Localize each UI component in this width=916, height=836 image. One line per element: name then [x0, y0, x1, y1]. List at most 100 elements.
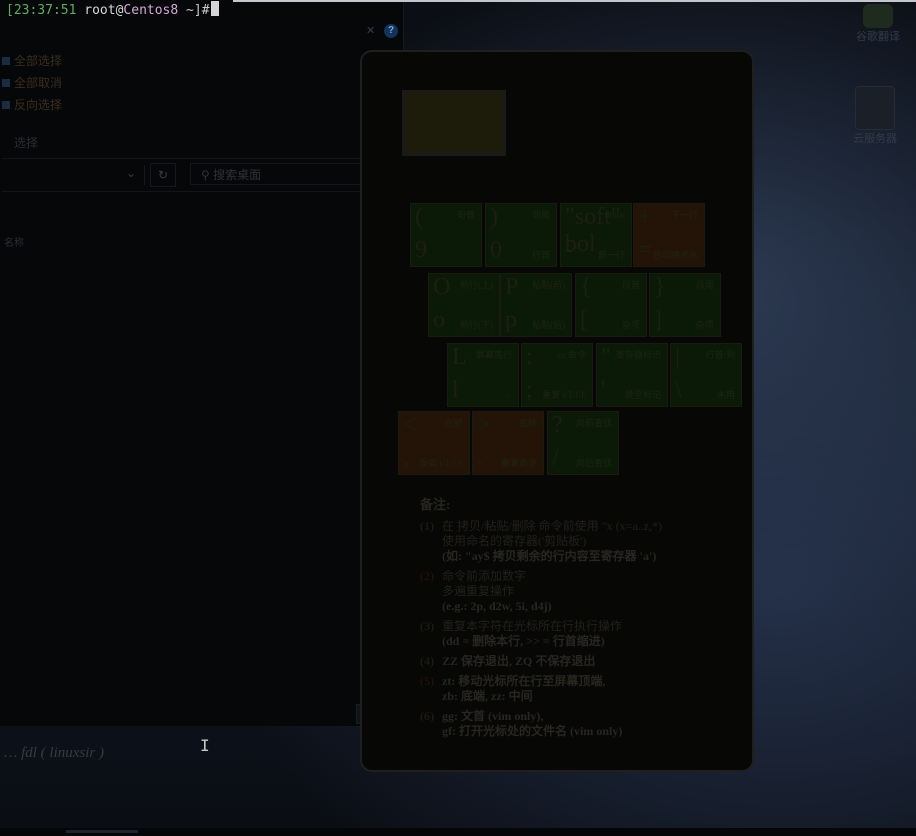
key-o: O 新行(上) o 新行(下) [428, 273, 500, 337]
prompt-time: [23:37:51 [6, 3, 77, 18]
note-line: (如: "ay$ 拷贝剩余的行内容至寄存器 'a') [442, 549, 657, 563]
key-rparen: ) 句尾 0 行首 [485, 203, 557, 267]
mouse-ibeam-cursor-icon: I [200, 736, 210, 755]
key-label: { [580, 274, 592, 300]
checkbox-icon [2, 57, 10, 65]
key-label: 杂项 [621, 320, 640, 330]
key-label: [ [580, 307, 588, 333]
refresh-button[interactable]: ↻ [150, 163, 176, 187]
chevron-down-icon: ⌄ [125, 166, 136, 180]
key-label: = [638, 237, 652, 263]
note-number: (6) [420, 709, 434, 723]
option-select-all[interactable]: 全部选择 [2, 52, 62, 69]
key-label: ] [654, 307, 662, 333]
note-item: (2) 命令前添加数字 多遍重复操作 (e.g.: 2p, d2w, 5i, d4j) [420, 569, 750, 614]
key-label: " [601, 344, 611, 370]
key-label: > [477, 412, 491, 438]
note-line: zb: 底端, zz: 中间 [442, 689, 533, 703]
key-label: 0 [490, 237, 502, 263]
prompt-user: root [84, 3, 116, 18]
key-label: 粘贴(后) [532, 320, 565, 330]
prompt-path: ~]# [178, 3, 210, 18]
note-line: (dd = 删除本行, >> = 行首缩进) [442, 634, 605, 648]
option-invert-selection[interactable]: 反向选择 [2, 96, 62, 113]
note-line: 在 拷贝/粘贴/删除 命令前使用 "x (x=a..z,*) [442, 519, 662, 533]
key-soft: "soft" bol down - 前一行 [560, 203, 632, 267]
notes-title: 备注: [420, 497, 451, 512]
key-gt: > 右移. 重复命令 [472, 411, 544, 475]
key-question: ? 向前查找 / 向后查找 [547, 411, 619, 475]
note-item: (4) ZZ 保存退出, ZQ 不保存退出 [420, 654, 750, 669]
key-label: → [503, 390, 512, 400]
taskbar-item[interactable] [66, 830, 138, 833]
key-label: ) [490, 204, 498, 230]
key-lbrace: {段首 [杂项 [575, 273, 647, 337]
cheatsheet-notes: 备注: (1) 在 拷贝/粘贴/删除 命令前使用 "x (x=a..z,*) 使用命… [420, 494, 750, 744]
key-label: 向后查找 [575, 458, 612, 468]
key-pipe: | 行首/列 \ 未用 [670, 343, 742, 407]
note-item: (1) 在 拷贝/粘贴/删除 命令前使用 "x (x=a..z,*) 使用命名的寄存… [420, 519, 750, 564]
option-select-none[interactable]: 全部取消 [2, 74, 62, 91]
checkbox-icon [2, 79, 10, 87]
key-lparen: (句首 9 [410, 203, 482, 267]
key-label: 左移 [444, 418, 463, 428]
key-label: 自动格式化 [652, 250, 698, 260]
note-number: (3) [420, 619, 434, 633]
key-label: 杂项 [695, 320, 714, 330]
location-select[interactable]: ⌄ [4, 165, 145, 185]
key-label: 重复 t/T/f/F [542, 390, 586, 400]
text-cursor [210, 1, 219, 16]
key-label: 行首 [531, 250, 550, 260]
key-label: | [675, 344, 680, 370]
key-label: O [433, 274, 451, 300]
note-line: gf: 打开光标处的文件名 (vim only) [442, 724, 623, 738]
key-label: 屏幕底行 [475, 350, 512, 360]
note-number: (4) [420, 654, 434, 668]
prompt-host: Centos8 [123, 3, 179, 18]
legend-box [402, 90, 506, 156]
key-label: < [403, 412, 417, 438]
key-label: , [403, 445, 409, 471]
section-label: 选择 [14, 136, 39, 150]
key-label: : [526, 344, 533, 370]
key-label: o [433, 307, 445, 333]
close-icon[interactable]: ✕ [366, 24, 375, 37]
key-label: / [552, 445, 559, 471]
terminal-window[interactable]: [23:37:51 root@Centos8 ~]# [0, 0, 916, 22]
notes-list: (1) 在 拷贝/粘贴/删除 命令前使用 "x (x=a..z,*) 使用命名的寄存… [420, 519, 750, 739]
key-label: 新行(下) [460, 320, 493, 330]
key-lt: < 左移, 反向 t/T/f/F [398, 411, 470, 475]
key-label: 句首 [456, 210, 475, 220]
key-label: ; [526, 377, 533, 403]
column-header-name: 名称 [4, 238, 24, 249]
key-label: 右移 [518, 418, 537, 428]
key-label: . [477, 445, 483, 471]
document-icon [855, 86, 895, 130]
key-label: 前一行 [597, 250, 625, 260]
desktop-icon-document[interactable]: 云服务器 [838, 86, 912, 146]
shell-prompt: [23:37:51 root@Centos8 ~]# [6, 0, 219, 22]
note-line: 多遍重复操作 [442, 584, 515, 598]
note-item: (3) 重复本字符在光标所在行执行操作 (dd = 删除本行, >> = 行首缩进) [420, 619, 750, 649]
note-line: 命令前添加数字 [442, 569, 527, 583]
key-colon: : ex 命令; 重复 t/T/f/F [521, 343, 593, 407]
key-L: L 屏幕底行 l → [447, 343, 519, 407]
checkbox-icon [2, 101, 10, 109]
note-item: (6) gg: 文首 (vim only), gf: 打开光标处的文件名 (vim … [420, 709, 750, 739]
key-label: L [452, 344, 467, 370]
cheatsheet-signature: … fdl ( linuxsir ) [4, 745, 105, 761]
note-number: (2) [420, 569, 434, 583]
taskbar [0, 828, 916, 836]
key-label: ? [552, 412, 563, 438]
note-line: 重复本字符在光标所在行执行操作 [442, 619, 623, 633]
key-label: ' [601, 377, 606, 403]
key-label: 向前查找 [575, 418, 612, 428]
key-label: 句尾 [531, 210, 550, 220]
help-icon[interactable]: ? [384, 24, 398, 38]
key-label: 粘贴(前) [532, 280, 565, 290]
key-label: } [654, 274, 666, 300]
key-p: P 粘贴(前) p 粘贴(后) [500, 273, 572, 337]
key-label: \ [675, 377, 682, 403]
key-label: 下一行 [670, 210, 698, 220]
key-label: p [505, 307, 517, 333]
